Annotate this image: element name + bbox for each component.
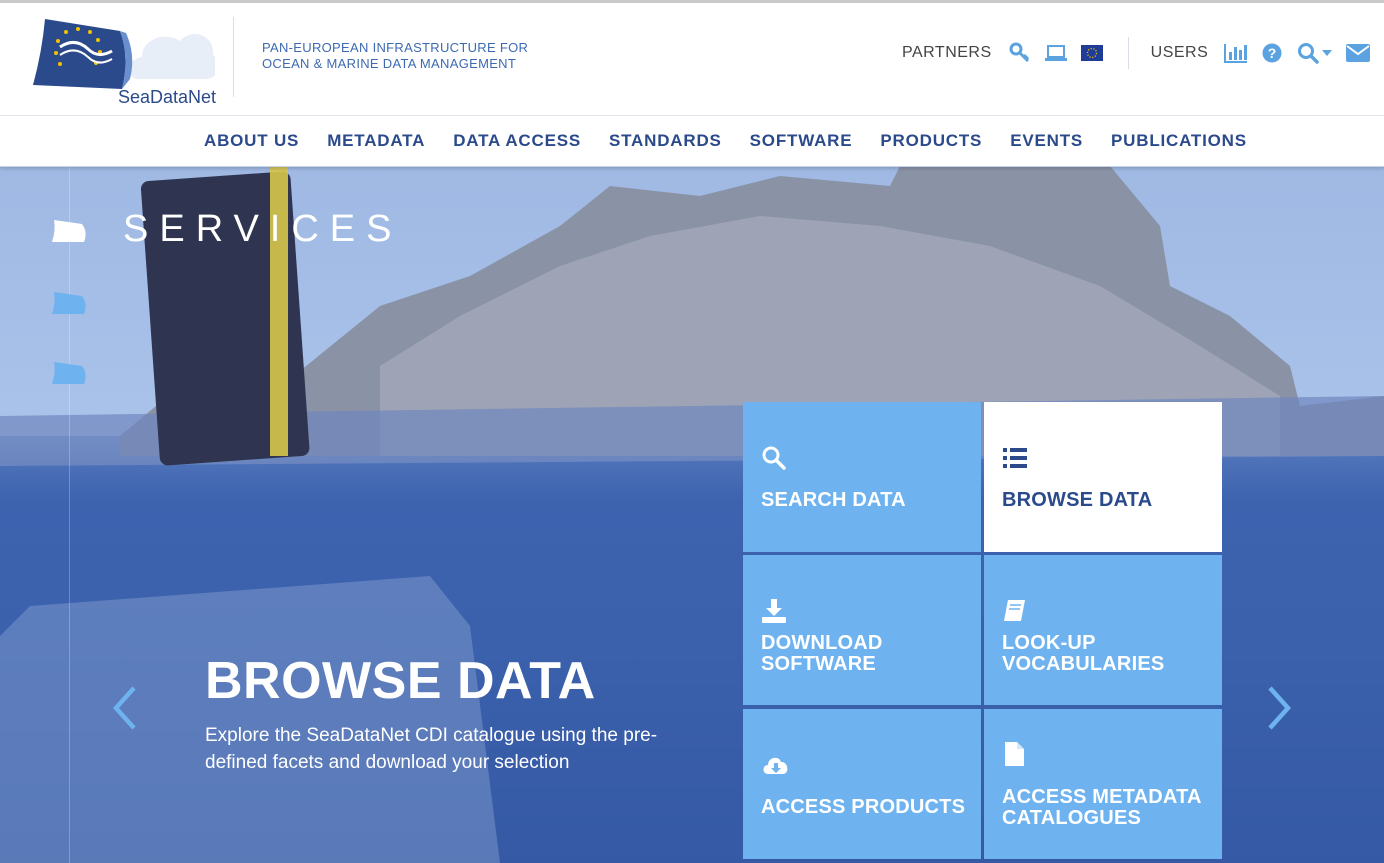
tile-label: SEARCH DATA	[761, 489, 906, 511]
nav-metadata[interactable]: METADATA	[313, 131, 439, 151]
users-link[interactable]: USERS	[1151, 44, 1209, 62]
slide-indicator-icon[interactable]	[52, 290, 90, 316]
caret-down-icon[interactable]	[1322, 41, 1333, 65]
tile-browse-data[interactable]: BROWSE DATA	[984, 402, 1222, 552]
tile-label-line-1: ACCESS METADATA	[1002, 786, 1202, 808]
tile-label: BROWSE DATA	[1002, 489, 1153, 511]
tile-label: ACCESS METADATA CATALOGUES	[1002, 787, 1202, 829]
tile-look-up-vocabularies[interactable]: LOOK-UP VOCABULARIES	[984, 555, 1222, 705]
tile-label: DOWNLOAD SOFTWARE	[761, 633, 883, 675]
search-icon	[762, 446, 786, 470]
tile-download-software[interactable]: DOWNLOAD SOFTWARE	[743, 555, 981, 705]
chevron-right-icon[interactable]	[1264, 686, 1294, 730]
nav-standards[interactable]: STANDARDS	[595, 131, 736, 151]
tile-label: LOOK-UP VOCABULARIES	[1002, 633, 1164, 675]
utility-divider	[1127, 37, 1129, 69]
search-icon[interactable]	[1296, 41, 1320, 65]
tile-label-line-1: DOWNLOAD	[761, 632, 883, 654]
tile-label-line-2: CATALOGUES	[1002, 807, 1142, 829]
book-icon	[1004, 600, 1025, 621]
envelope-icon[interactable]	[1346, 41, 1371, 65]
site-header: SeaDataNet PAN-EUROPEAN INFRASTRUCTURE F…	[0, 3, 1384, 115]
key-icon[interactable]	[1008, 41, 1032, 65]
svg-text:?: ?	[1268, 45, 1277, 61]
nav-about-us[interactable]: ABOUT US	[190, 131, 313, 151]
cloud-download-icon	[763, 757, 788, 774]
tile-label-line-2: VOCABULARIES	[1002, 653, 1165, 675]
header-divider	[233, 17, 234, 97]
nav-events[interactable]: EVENTS	[996, 131, 1097, 151]
laptop-icon[interactable]	[1044, 41, 1068, 65]
site-tagline: PAN-EUROPEAN INFRASTRUCTURE FOR OCEAN & …	[262, 40, 528, 72]
tagline-line-2: OCEAN & MARINE DATA MANAGEMENT	[262, 56, 517, 71]
list-icon	[1003, 448, 1027, 468]
nav-data-access[interactable]: DATA ACCESS	[439, 131, 595, 151]
slide-headline: BROWSE DATA	[205, 652, 596, 710]
tile-access-products[interactable]: ACCESS PRODUCTS	[743, 709, 981, 859]
slide-indicator-active-icon[interactable]	[52, 218, 90, 244]
tagline-line-1: PAN-EUROPEAN INFRASTRUCTURE FOR	[262, 40, 529, 55]
chevron-left-icon[interactable]	[110, 686, 140, 730]
partners-link[interactable]: PARTNERS	[902, 44, 992, 62]
hero-slider: SERVICES BROWSE DATA Explore the SeaData…	[0, 166, 1384, 863]
file-icon	[1005, 742, 1024, 766]
download-icon	[762, 599, 786, 623]
section-title: SERVICES	[123, 208, 403, 250]
site-logo[interactable]: SeaDataNet	[30, 17, 219, 107]
tile-access-metadata-catalogues[interactable]: ACCESS METADATA CATALOGUES	[984, 709, 1222, 859]
eu-flag-icon[interactable]	[1080, 41, 1104, 65]
logo-text: SeaDataNet	[118, 87, 217, 107]
slide-indicator-icon[interactable]	[52, 360, 90, 386]
tile-label-line-2: SOFTWARE	[761, 653, 876, 675]
nav-publications[interactable]: PUBLICATIONS	[1097, 131, 1261, 151]
tile-search-data[interactable]: SEARCH DATA	[743, 402, 981, 552]
nav-software[interactable]: SOFTWARE	[736, 131, 867, 151]
slide-description: Explore the SeaDataNet CDI catalogue usi…	[205, 725, 658, 773]
top-utility-bar: PARTNERS USERS ?	[902, 37, 1371, 69]
main-navigation: ABOUT US METADATA DATA ACCESS STANDARDS …	[0, 115, 1384, 167]
tile-label: ACCESS PRODUCTS	[761, 796, 966, 818]
hero-vertical-line	[69, 166, 70, 863]
nav-products[interactable]: PRODUCTS	[866, 131, 996, 151]
tile-label-line-1: LOOK-UP	[1002, 632, 1096, 654]
help-icon[interactable]: ?	[1260, 41, 1284, 65]
bar-chart-icon[interactable]	[1224, 41, 1248, 65]
